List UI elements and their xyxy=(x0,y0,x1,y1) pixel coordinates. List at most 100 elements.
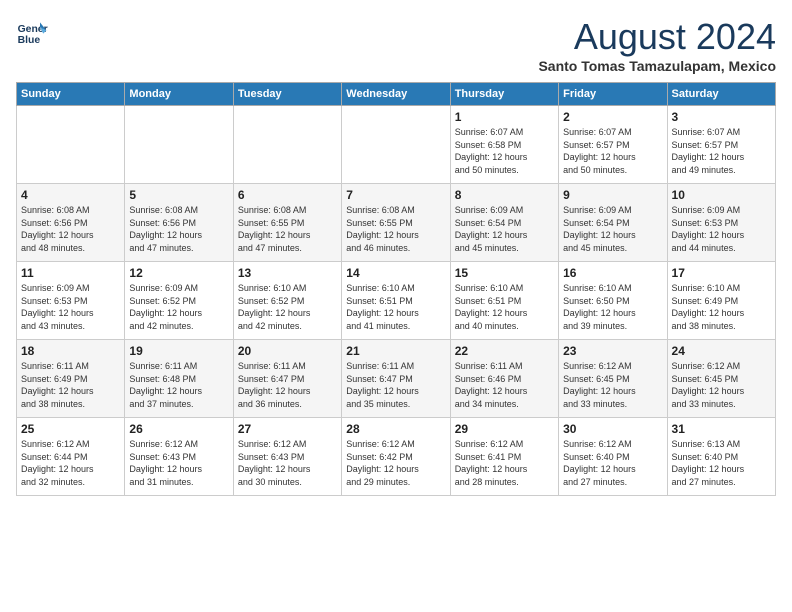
cell-content: Sunrise: 6:11 AM Sunset: 6:46 PM Dayligh… xyxy=(455,360,554,410)
calendar-cell: 8 Sunrise: 6:09 AM Sunset: 6:54 PM Daylig… xyxy=(450,184,558,262)
calendar-cell: 25Sunrise: 6:12 AM Sunset: 6:44 PM Dayli… xyxy=(17,418,125,496)
cell-content: Sunrise: 6:10 AM Sunset: 6:51 PM Dayligh… xyxy=(455,282,554,332)
day-header-saturday: Saturday xyxy=(667,83,775,106)
cell-content: Sunrise: 6:07 AM Sunset: 6:58 PM Dayligh… xyxy=(455,126,554,176)
day-header-tuesday: Tuesday xyxy=(233,83,341,106)
day-number: 3 xyxy=(672,110,771,124)
cell-content: Sunrise: 6:12 AM Sunset: 6:45 PM Dayligh… xyxy=(563,360,662,410)
day-number: 21 xyxy=(346,344,445,358)
cell-content: Sunrise: 6:11 AM Sunset: 6:48 PM Dayligh… xyxy=(129,360,228,410)
cell-content: Sunrise: 6:11 AM Sunset: 6:47 PM Dayligh… xyxy=(346,360,445,410)
calendar-cell: 11 Sunrise: 6:09 AM Sunset: 6:53 PM Dayli… xyxy=(17,262,125,340)
svg-text:Blue: Blue xyxy=(18,35,41,46)
day-number: 31 xyxy=(672,422,771,436)
day-number: 30 xyxy=(563,422,662,436)
day-number: 23 xyxy=(563,344,662,358)
calendar-cell: 2 Sunrise: 6:07 AM Sunset: 6:57 PM Daylig… xyxy=(559,106,667,184)
cell-content: Sunrise: 6:12 AM Sunset: 6:43 PM Dayligh… xyxy=(238,438,337,488)
day-number: 17 xyxy=(672,266,771,280)
cell-content: Sunrise: 6:10 AM Sunset: 6:51 PM Dayligh… xyxy=(346,282,445,332)
header-row: SundayMondayTuesdayWednesdayThursdayFrid… xyxy=(17,83,776,106)
cell-content: Sunrise: 6:13 AM Sunset: 6:40 PM Dayligh… xyxy=(672,438,771,488)
cell-content: Sunrise: 6:12 AM Sunset: 6:42 PM Dayligh… xyxy=(346,438,445,488)
week-row-4: 18 Sunrise: 6:11 AM Sunset: 6:49 PM Dayli… xyxy=(17,340,776,418)
cell-content: Sunrise: 6:09 AM Sunset: 6:53 PM Dayligh… xyxy=(21,282,120,332)
location: Santo Tomas Tamazulapam, Mexico xyxy=(538,58,776,74)
cell-content: Sunrise: 6:10 AM Sunset: 6:50 PM Dayligh… xyxy=(563,282,662,332)
cell-content: Sunrise: 6:08 AM Sunset: 6:56 PM Dayligh… xyxy=(129,204,228,254)
day-number: 27 xyxy=(238,422,337,436)
calendar-cell: 9 Sunrise: 6:09 AM Sunset: 6:54 PM Daylig… xyxy=(559,184,667,262)
calendar-cell: 15 Sunrise: 6:10 AM Sunset: 6:51 PM Dayli… xyxy=(450,262,558,340)
day-number: 18 xyxy=(21,344,120,358)
day-number: 29 xyxy=(455,422,554,436)
day-number: 20 xyxy=(238,344,337,358)
logo-icon: General Blue xyxy=(16,16,48,48)
month-title: August 2024 xyxy=(538,16,776,58)
cell-content: Sunrise: 6:09 AM Sunset: 6:54 PM Dayligh… xyxy=(563,204,662,254)
cell-content: Sunrise: 6:09 AM Sunset: 6:54 PM Dayligh… xyxy=(455,204,554,254)
day-number: 1 xyxy=(455,110,554,124)
calendar-cell: 18 Sunrise: 6:11 AM Sunset: 6:49 PM Dayli… xyxy=(17,340,125,418)
calendar-cell: 17 Sunrise: 6:10 AM Sunset: 6:49 PM Dayli… xyxy=(667,262,775,340)
day-number: 22 xyxy=(455,344,554,358)
calendar-cell: 1 Sunrise: 6:07 AM Sunset: 6:58 PM Daylig… xyxy=(450,106,558,184)
calendar-cell: 28Sunrise: 6:12 AM Sunset: 6:42 PM Dayli… xyxy=(342,418,450,496)
calendar-cell: 3Sunrise: 6:07 AM Sunset: 6:57 PM Daylig… xyxy=(667,106,775,184)
calendar-cell: 26 Sunrise: 6:12 AM Sunset: 6:43 PM Dayli… xyxy=(125,418,233,496)
day-number: 2 xyxy=(563,110,662,124)
calendar-cell: 29Sunrise: 6:12 AM Sunset: 6:41 PM Dayli… xyxy=(450,418,558,496)
calendar-cell: 4Sunrise: 6:08 AM Sunset: 6:56 PM Daylig… xyxy=(17,184,125,262)
day-header-sunday: Sunday xyxy=(17,83,125,106)
day-number: 16 xyxy=(563,266,662,280)
calendar-cell: 23 Sunrise: 6:12 AM Sunset: 6:45 PM Dayli… xyxy=(559,340,667,418)
week-row-2: 4Sunrise: 6:08 AM Sunset: 6:56 PM Daylig… xyxy=(17,184,776,262)
day-header-friday: Friday xyxy=(559,83,667,106)
calendar-cell: 21 Sunrise: 6:11 AM Sunset: 6:47 PM Dayli… xyxy=(342,340,450,418)
calendar-cell xyxy=(125,106,233,184)
logo: General Blue xyxy=(16,16,48,48)
day-number: 10 xyxy=(672,188,771,202)
day-number: 9 xyxy=(563,188,662,202)
calendar-cell: 24Sunrise: 6:12 AM Sunset: 6:45 PM Dayli… xyxy=(667,340,775,418)
day-number: 11 xyxy=(21,266,120,280)
calendar-table: SundayMondayTuesdayWednesdayThursdayFrid… xyxy=(16,82,776,496)
calendar-cell: 27 Sunrise: 6:12 AM Sunset: 6:43 PM Dayli… xyxy=(233,418,341,496)
day-number: 26 xyxy=(129,422,228,436)
day-number: 8 xyxy=(455,188,554,202)
day-number: 24 xyxy=(672,344,771,358)
day-number: 7 xyxy=(346,188,445,202)
calendar-cell: 6Sunrise: 6:08 AM Sunset: 6:55 PM Daylig… xyxy=(233,184,341,262)
cell-content: Sunrise: 6:12 AM Sunset: 6:40 PM Dayligh… xyxy=(563,438,662,488)
calendar-cell: 7 Sunrise: 6:08 AM Sunset: 6:55 PM Daylig… xyxy=(342,184,450,262)
cell-content: Sunrise: 6:08 AM Sunset: 6:56 PM Dayligh… xyxy=(21,204,120,254)
cell-content: Sunrise: 6:07 AM Sunset: 6:57 PM Dayligh… xyxy=(563,126,662,176)
calendar-cell: 30 Sunrise: 6:12 AM Sunset: 6:40 PM Dayli… xyxy=(559,418,667,496)
cell-content: Sunrise: 6:10 AM Sunset: 6:49 PM Dayligh… xyxy=(672,282,771,332)
cell-content: Sunrise: 6:08 AM Sunset: 6:55 PM Dayligh… xyxy=(238,204,337,254)
calendar-cell: 5 Sunrise: 6:08 AM Sunset: 6:56 PM Daylig… xyxy=(125,184,233,262)
cell-content: Sunrise: 6:12 AM Sunset: 6:43 PM Dayligh… xyxy=(129,438,228,488)
page-header: General Blue August 2024 Santo Tomas Tam… xyxy=(16,16,776,74)
cell-content: Sunrise: 6:12 AM Sunset: 6:44 PM Dayligh… xyxy=(21,438,120,488)
day-number: 15 xyxy=(455,266,554,280)
calendar-cell: 13 Sunrise: 6:10 AM Sunset: 6:52 PM Dayli… xyxy=(233,262,341,340)
day-header-wednesday: Wednesday xyxy=(342,83,450,106)
calendar-cell: 10 Sunrise: 6:09 AM Sunset: 6:53 PM Dayli… xyxy=(667,184,775,262)
week-row-5: 25Sunrise: 6:12 AM Sunset: 6:44 PM Dayli… xyxy=(17,418,776,496)
cell-content: Sunrise: 6:09 AM Sunset: 6:53 PM Dayligh… xyxy=(672,204,771,254)
week-row-1: 1 Sunrise: 6:07 AM Sunset: 6:58 PM Daylig… xyxy=(17,106,776,184)
cell-content: Sunrise: 6:11 AM Sunset: 6:49 PM Dayligh… xyxy=(21,360,120,410)
calendar-cell: 16 Sunrise: 6:10 AM Sunset: 6:50 PM Dayli… xyxy=(559,262,667,340)
day-number: 13 xyxy=(238,266,337,280)
day-number: 5 xyxy=(129,188,228,202)
day-number: 14 xyxy=(346,266,445,280)
cell-content: Sunrise: 6:09 AM Sunset: 6:52 PM Dayligh… xyxy=(129,282,228,332)
day-header-monday: Monday xyxy=(125,83,233,106)
calendar-cell xyxy=(233,106,341,184)
cell-content: Sunrise: 6:10 AM Sunset: 6:52 PM Dayligh… xyxy=(238,282,337,332)
calendar-cell: 22 Sunrise: 6:11 AM Sunset: 6:46 PM Dayli… xyxy=(450,340,558,418)
cell-content: Sunrise: 6:08 AM Sunset: 6:55 PM Dayligh… xyxy=(346,204,445,254)
calendar-cell xyxy=(342,106,450,184)
title-block: August 2024 Santo Tomas Tamazulapam, Mex… xyxy=(538,16,776,74)
